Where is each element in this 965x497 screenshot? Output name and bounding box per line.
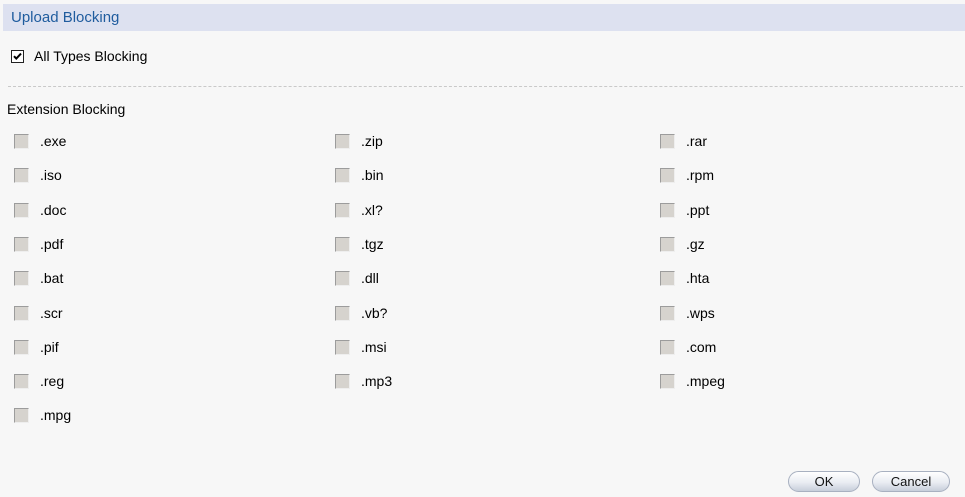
extension-label: .ppt	[686, 202, 710, 218]
extension-item: .bat	[14, 267, 63, 289]
extension-item: .rar	[660, 130, 707, 152]
extension-label: .pif	[40, 339, 59, 355]
extension-item: .iso	[14, 164, 62, 186]
extension-label: .xl?	[361, 202, 383, 218]
extension-checkbox[interactable]	[660, 270, 675, 286]
extension-checkbox[interactable]	[14, 202, 29, 218]
divider	[8, 86, 963, 87]
extension-item: .tgz	[335, 233, 384, 255]
extension-label: .zip	[361, 133, 383, 149]
extension-item: .doc	[14, 199, 66, 221]
extension-item: .gz	[660, 233, 705, 255]
extension-checkbox[interactable]	[14, 133, 29, 149]
extension-checkbox[interactable]	[14, 305, 29, 321]
extension-item: .mp3	[335, 370, 392, 392]
extension-item: .rpm	[660, 164, 714, 186]
extension-checkbox[interactable]	[335, 305, 350, 321]
extension-checkbox[interactable]	[335, 236, 350, 252]
extension-label: .com	[686, 339, 717, 355]
extension-checkbox[interactable]	[660, 167, 675, 183]
extension-label: .exe	[40, 133, 67, 149]
all-types-blocking-checkbox[interactable]	[11, 49, 24, 63]
extension-label: .vb?	[361, 305, 388, 321]
extension-checkbox[interactable]	[14, 339, 29, 355]
extension-checkbox[interactable]	[335, 167, 350, 183]
extension-blocking-heading: Extension Blocking	[7, 101, 126, 117]
extension-checkbox[interactable]	[335, 339, 350, 355]
extension-item: .pdf	[14, 233, 63, 255]
extension-checkbox[interactable]	[335, 133, 350, 149]
extension-label: .dll	[361, 270, 379, 286]
extension-item: .mpg	[14, 404, 71, 426]
extension-checkbox[interactable]	[14, 167, 29, 183]
extension-checkbox[interactable]	[660, 202, 675, 218]
extension-item: .xl?	[335, 199, 383, 221]
extension-checkbox[interactable]	[335, 373, 350, 389]
extension-label: .mpeg	[686, 373, 725, 389]
cancel-button[interactable]: Cancel	[872, 471, 950, 492]
extension-item: .bin	[335, 164, 384, 186]
extension-checkbox[interactable]	[14, 407, 29, 423]
extension-label: .scr	[40, 305, 63, 321]
ok-button[interactable]: OK	[788, 471, 860, 492]
extension-checkbox[interactable]	[14, 236, 29, 252]
section-title: Upload Blocking	[11, 9, 120, 26]
extension-label: .mpg	[40, 407, 72, 423]
extension-item: .wps	[660, 302, 715, 324]
extension-item: .hta	[660, 267, 709, 289]
extension-label: .tgz	[361, 236, 384, 252]
extension-label: .pdf	[40, 236, 64, 252]
checkmark-icon	[13, 52, 22, 60]
extension-label: .doc	[40, 202, 67, 218]
all-types-blocking-row[interactable]: All Types Blocking	[11, 47, 147, 65]
extension-label: .gz	[686, 236, 705, 252]
extension-item: .mpeg	[660, 370, 725, 392]
extension-item: .pif	[14, 336, 59, 358]
extension-label: .iso	[40, 167, 62, 183]
extension-checkbox[interactable]	[660, 339, 675, 355]
extension-item: .com	[660, 336, 716, 358]
extension-item: .zip	[335, 130, 383, 152]
extension-item: .vb?	[335, 302, 387, 324]
section-header: Upload Blocking	[3, 4, 965, 31]
extension-label: .reg	[40, 373, 65, 389]
extension-item: .scr	[14, 302, 63, 324]
extension-checkbox[interactable]	[660, 305, 675, 321]
extension-label: .rar	[686, 133, 707, 149]
upload-blocking-panel: Upload Blocking All Types Blocking Exten…	[0, 0, 965, 497]
extension-checkbox[interactable]	[660, 236, 675, 252]
all-types-blocking-label: All Types Blocking	[34, 48, 148, 64]
extension-item: .ppt	[660, 199, 709, 221]
extension-checkbox[interactable]	[14, 373, 29, 389]
extension-checkbox[interactable]	[335, 202, 350, 218]
extension-label: .hta	[686, 270, 710, 286]
extension-label: .wps	[686, 305, 715, 321]
extension-item: .reg	[14, 370, 64, 392]
extension-label: .bin	[361, 167, 384, 183]
extension-checkbox[interactable]	[335, 270, 350, 286]
extension-label: .msi	[361, 339, 387, 355]
extension-checkbox[interactable]	[660, 133, 675, 149]
extension-item: .msi	[335, 336, 387, 358]
extension-item: .exe	[14, 130, 66, 152]
extension-checkbox[interactable]	[14, 270, 29, 286]
extension-item: .dll	[335, 267, 379, 289]
extension-label: .bat	[40, 270, 64, 286]
extension-checkbox[interactable]	[660, 373, 675, 389]
extension-label: .mp3	[361, 373, 393, 389]
extension-label: .rpm	[686, 167, 714, 183]
